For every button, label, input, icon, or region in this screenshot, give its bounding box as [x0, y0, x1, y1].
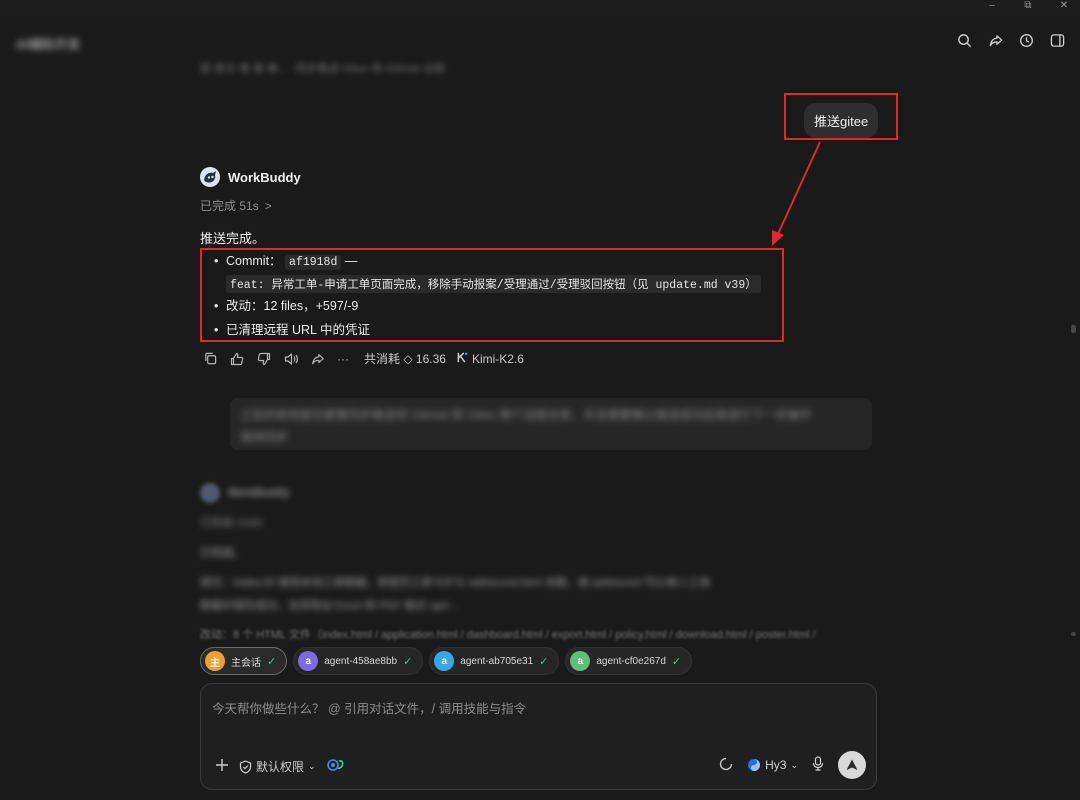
copy-icon[interactable] [202, 351, 218, 367]
window-titlebar: – ⧉ ✕ [0, 0, 1080, 16]
blurred-user-line1: 之后的修改提交都要同步推送到 GitHub 和 Gitee 两个远程仓库，并且需… [240, 408, 812, 422]
blurred-user-line2: 保持同步 [240, 430, 289, 444]
share-icon[interactable] [310, 351, 326, 367]
agents-bar: 主 主会话 ✓ a agent-458ae8bb ✓ a agent-ab705… [200, 647, 693, 675]
message-composer[interactable]: 今天帮你做些什么？ @ 引用对话文件，/ 调用技能与指令 默认权限 ⌄ Hy3 … [200, 683, 877, 790]
chevron-right-icon: > [264, 198, 272, 213]
highlight-box-result [200, 248, 784, 342]
microphone-icon[interactable] [812, 756, 824, 774]
assistant-status-text: 已完成 51s [200, 199, 259, 213]
agent-label: 主会话 [231, 657, 261, 669]
blurred-assistant-avatar [200, 483, 220, 503]
assistant-header: WorkBuddy [200, 167, 301, 187]
agent-avatar: 主 [205, 651, 225, 671]
chevron-down-icon: ⌄ [790, 759, 798, 770]
maximize-button[interactable]: ⧉ [1020, 1, 1036, 11]
chat-title: AI辅助开发 [16, 37, 81, 52]
permission-selector[interactable]: 默认权限 ⌄ [239, 758, 316, 775]
search-icon[interactable] [956, 32, 973, 49]
kimi-logo-icon [457, 351, 468, 366]
assistant-name: WorkBuddy [228, 169, 301, 185]
send-button[interactable] [838, 751, 866, 779]
chevron-down-icon: ⌄ [308, 761, 316, 771]
agent-chip-2[interactable]: a agent-ab705e31 ✓ [429, 647, 560, 675]
blurred-assistant-name: WorkBuddy [228, 487, 290, 499]
share-icon[interactable] [987, 32, 1004, 49]
send-arrow-icon [846, 759, 858, 770]
assistant-status[interactable]: 已完成 51s > [200, 197, 272, 214]
loading-spinner-icon [719, 757, 733, 774]
check-icon: ✓ [671, 655, 682, 668]
token-cost: 共消耗 ◇ 16.36 [364, 352, 446, 366]
model-selector-label: Hy3 [765, 758, 787, 772]
check-icon: ✓ [403, 655, 413, 668]
more-options-icon[interactable]: ··· [337, 352, 349, 366]
model-name: Kimi-K2.6 [471, 351, 524, 366]
blurred-changes: 改动：8 个 HTML 文件（index.html / application.… [200, 629, 816, 641]
blurred-assistant-status: 已完成 1m6s [200, 517, 263, 529]
thumbs-up-icon[interactable] [229, 351, 245, 367]
scrollbar-marker [1071, 632, 1076, 636]
highlight-box-user [784, 93, 898, 140]
blurred-summary: 已完成。 [200, 547, 244, 559]
hunyuan-logo-icon [748, 759, 761, 771]
agent-label: agent-ab705e31 [460, 655, 534, 667]
close-button[interactable]: ✕ [1056, 1, 1072, 11]
model-selector[interactable]: Hy3 ⌄ [747, 758, 798, 772]
previous-message-blurred: 提 提交 推 推 推 、 同步推送 Gitee 和 GitHub 远程 [200, 63, 446, 75]
agent-chip-3[interactable]: a agent-cf0e267d ✓ [565, 647, 693, 675]
agent-avatar: a [434, 651, 455, 671]
blurred-line1: 提交：0a8ec35 使用本地工单数据，将首页工单卡片与 addrecord.h… [200, 577, 711, 589]
model-badge: Kimi-K2.6 [457, 352, 524, 366]
agent-avatar: a [298, 651, 319, 671]
message-actions: ··· 共消耗 ◇ 16.36 Kimi-K2.6 [202, 350, 524, 367]
minimize-button[interactable]: – [984, 1, 1000, 11]
assistant-mode-icon[interactable] [326, 758, 348, 775]
agent-label: agent-cf0e267d [596, 655, 666, 667]
composer-placeholder[interactable]: 今天帮你做些什么？ @ 引用对话文件，/ 调用技能与指令 [212, 698, 526, 717]
speaker-icon[interactable] [283, 351, 299, 367]
agent-chip-1[interactable]: a agent-458ae8bb ✓ [293, 647, 424, 675]
workbuddy-avatar-icon [200, 167, 220, 187]
agent-chip-main[interactable]: 主 主会话 ✓ [200, 647, 288, 675]
check-icon: ✓ [539, 655, 549, 668]
agent-avatar: a [570, 651, 591, 671]
shield-check-icon [239, 759, 252, 774]
add-icon[interactable] [215, 758, 229, 775]
thumbs-down-icon[interactable] [256, 351, 272, 367]
chat-header: AI辅助开发 [0, 16, 1080, 64]
permission-label: 默认权限 [256, 760, 305, 774]
annotation-arrow [772, 141, 821, 246]
assistant-summary: 推送完成。 [200, 231, 266, 246]
check-icon: ✓ [267, 655, 277, 668]
scrollbar-thumb[interactable] [1071, 325, 1076, 333]
history-icon[interactable] [1018, 32, 1035, 49]
agent-label: agent-458ae8bb [324, 655, 398, 667]
blurred-line2: 数据并保存成功，支持导出 Excel 和 PDF 格式 upd… [200, 600, 459, 612]
sidebar-toggle-icon[interactable] [1049, 32, 1066, 49]
